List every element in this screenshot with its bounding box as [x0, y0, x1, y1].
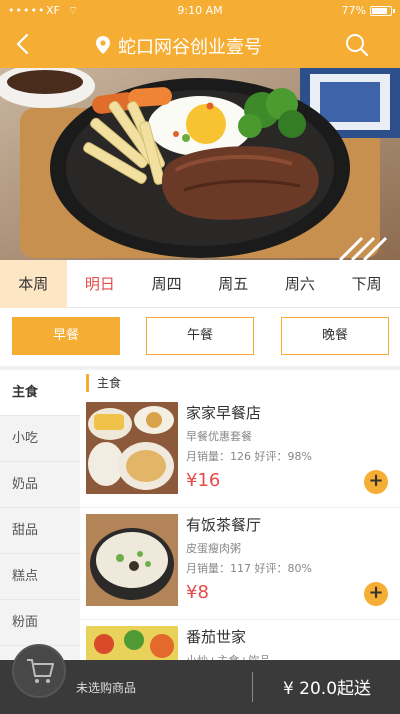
restaurant-desc: 皮蛋瘦肉粥 — [186, 542, 241, 555]
status-bar: ••••• XF ⌔ 9:10 AM 77% — [0, 0, 400, 20]
day-tabs: 本周 明日 周四 周五 周六 下周 — [0, 260, 400, 308]
dinner-button[interactable]: 晚餐 — [281, 317, 389, 355]
restaurant-thumbnail — [86, 402, 178, 494]
divider — [252, 672, 253, 702]
min-order-button[interactable]: ¥ 20.0起送 — [258, 674, 396, 699]
price-label: ¥16 — [186, 470, 221, 491]
top-bar: ••••• XF ⌔ 9:10 AM 77% 蛇口网谷创业壹号 — [0, 0, 400, 68]
tab-friday[interactable]: 周五 — [200, 260, 267, 308]
add-button[interactable]: + — [364, 470, 388, 494]
cart-icon — [27, 659, 54, 683]
restaurant-thumbnail — [86, 626, 178, 660]
category-item-dairy[interactable]: 奶品 — [0, 462, 80, 508]
category-item-snacks[interactable]: 小吃 — [0, 416, 80, 462]
location-pin-icon — [96, 36, 110, 54]
restaurant-desc: 早餐优惠套餐 — [186, 430, 252, 443]
cart-bar: 未选购商品 ¥ 20.0起送 — [0, 644, 400, 714]
battery-percent: 77% — [341, 4, 366, 17]
category-item-pastry[interactable]: 糕点 — [0, 554, 80, 600]
battery-icon — [370, 6, 395, 16]
chevron-left-icon — [16, 33, 29, 55]
back-button[interactable] — [6, 26, 42, 62]
tab-saturday[interactable]: 周六 — [267, 260, 334, 308]
restaurant-stats: 月销量：126 好评：98% — [186, 450, 312, 463]
category-item-noodles[interactable]: 粉面 — [0, 600, 80, 646]
tab-next-week[interactable]: 下周 — [333, 260, 400, 308]
cart-status-text: 未选购商品 — [76, 681, 137, 695]
tab-this-week[interactable]: 本周 — [0, 260, 67, 308]
restaurant-name: 番茄世家 — [186, 628, 247, 646]
restaurant-desc: 小炒+主食+饮品 — [186, 652, 270, 660]
search-icon[interactable] — [344, 32, 370, 58]
list-item[interactable]: 番茄世家 小炒+主食+饮品 — [80, 620, 400, 660]
restaurant-name: 家家早餐店 — [186, 404, 262, 422]
restaurant-stats: 月销量：117 好评：80% — [186, 562, 312, 575]
status-time: 9:10 AM — [177, 4, 223, 17]
lunch-button[interactable]: 午餐 — [146, 317, 254, 355]
meal-selector: 早餐 午餐 晚餐 — [0, 308, 400, 366]
banner-image[interactable] — [0, 68, 400, 260]
breakfast-button[interactable]: 早餐 — [12, 317, 120, 355]
section-title: 主食 — [86, 374, 121, 392]
category-item-dessert[interactable]: 甜品 — [0, 508, 80, 554]
header: 蛇口网谷创业壹号 — [0, 20, 400, 68]
cart-button[interactable] — [12, 644, 66, 698]
page-title[interactable]: 蛇口网谷创业壹号 — [118, 33, 262, 59]
category-sidebar: 主食 小吃 奶品 甜品 糕点 粉面 — [0, 370, 80, 660]
add-button[interactable]: + — [364, 582, 388, 606]
restaurant-thumbnail — [86, 514, 178, 606]
list-item[interactable]: 有饭茶餐厅 皮蛋瘦肉粥 月销量：117 好评：80% ¥8 + — [80, 508, 400, 620]
tab-tomorrow[interactable]: 明日 — [67, 260, 134, 308]
price-label: ¥8 — [186, 582, 209, 603]
restaurant-name: 有饭茶餐厅 — [186, 516, 262, 534]
list-item[interactable]: 家家早餐店 早餐优惠套餐 月销量：126 好评：98% ¥16 + — [80, 396, 400, 508]
restaurant-list: 主食 家家早餐店 早餐优惠套餐 月销量：126 好评：98% ¥16 + 有饭茶… — [80, 370, 400, 660]
category-item-staple[interactable]: 主食 — [0, 370, 80, 416]
tab-thursday[interactable]: 周四 — [133, 260, 200, 308]
